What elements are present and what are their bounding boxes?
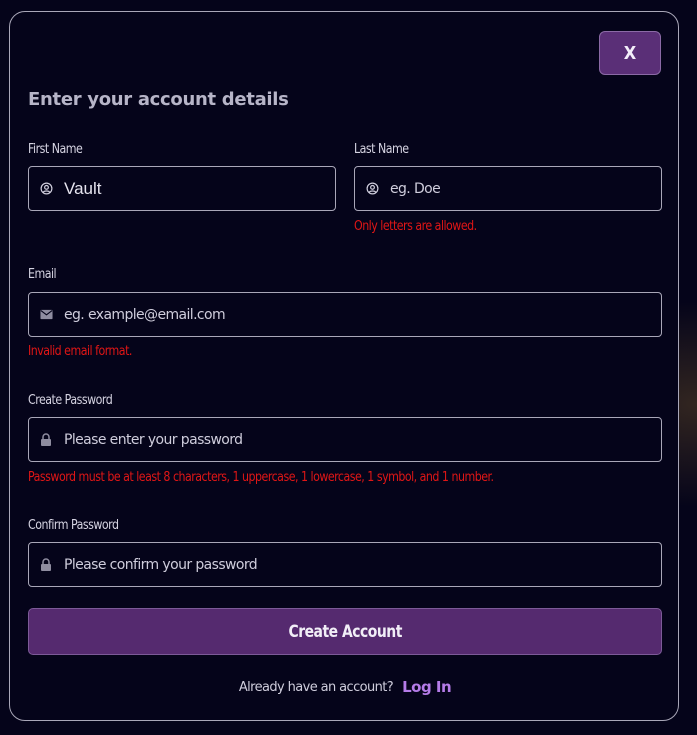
password-input[interactable] — [64, 418, 661, 461]
first-name-field[interactable] — [28, 166, 336, 211]
login-prompt: Already have an account? Log In — [10, 678, 680, 696]
last-name-input[interactable] — [390, 167, 661, 210]
last-name-error: Only letters are allowed. — [354, 219, 477, 234]
first-name-input[interactable] — [64, 167, 335, 210]
last-name-label: Last Name — [354, 142, 409, 157]
create-account-button[interactable]: Create Account — [28, 608, 662, 655]
signup-modal: X Enter your account details First Name … — [9, 11, 679, 721]
email-error: Invalid email format. — [28, 344, 132, 359]
lock-icon — [39, 558, 53, 572]
lock-icon — [39, 433, 53, 447]
password-error: Password must be at least 8 characters, … — [28, 470, 494, 485]
email-field[interactable] — [28, 292, 662, 337]
form-title: Enter your account details — [28, 89, 289, 110]
email-label: Email — [28, 267, 57, 282]
login-prompt-text: Already have an account? — [238, 679, 394, 695]
email-input[interactable] — [64, 293, 661, 336]
password-label: Create Password — [28, 393, 113, 408]
password-field[interactable] — [28, 417, 662, 462]
last-name-field[interactable] — [354, 166, 662, 211]
create-account-label: Create Account — [288, 621, 402, 642]
user-circle-icon — [39, 182, 53, 196]
confirm-password-input[interactable] — [64, 543, 661, 586]
user-circle-icon — [365, 182, 379, 196]
first-name-label: First Name — [28, 142, 83, 157]
confirm-password-field[interactable] — [28, 542, 662, 587]
confirm-password-label: Confirm Password — [28, 518, 119, 533]
mail-icon — [39, 308, 53, 322]
login-link[interactable]: Log In — [402, 678, 452, 696]
close-button[interactable]: X — [599, 31, 661, 75]
